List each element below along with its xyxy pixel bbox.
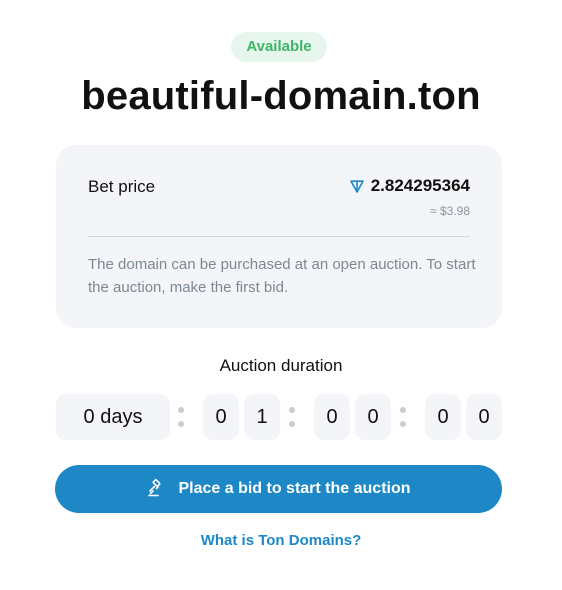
- gavel-icon: [148, 479, 161, 497]
- ton-icon: [349, 180, 364, 193]
- what-is-ton-domains-link[interactable]: What is Ton Domains?: [0, 532, 562, 549]
- status-badge: Available: [231, 32, 327, 62]
- place-bid-button[interactable]: Place a bid to start the auction: [55, 465, 502, 513]
- card-divider: [88, 236, 470, 237]
- timer-separator: [288, 405, 296, 429]
- timer-seconds-tens: 0: [425, 394, 461, 440]
- timer-hours-ones: 1: [244, 394, 280, 440]
- bet-price-usd: ≈ $3.98: [430, 204, 470, 218]
- auction-description: The domain can be purchased at an open a…: [88, 256, 476, 296]
- timer-separator: [177, 405, 185, 429]
- bet-price-value: 2.824295364: [349, 176, 470, 196]
- auction-duration-label: Auction duration: [219, 356, 343, 375]
- bet-price-amount: 2.824295364: [370, 176, 470, 195]
- domain-page: Available beautiful-domain.ton Bet price…: [0, 0, 562, 590]
- timer-separator: [399, 405, 407, 429]
- timer-days: 0 days: [56, 394, 170, 440]
- timer-seconds-ones: 0: [466, 394, 502, 440]
- domain-title: beautiful-domain.ton: [81, 74, 481, 118]
- timer-hours-tens: 0: [203, 394, 239, 440]
- timer-minutes-tens: 0: [314, 394, 350, 440]
- auction-timer: 0 days 0 1 0 0 0 0: [0, 394, 562, 440]
- bet-card: Bet price 2.824295364 ≈ $3.98 The domain…: [56, 145, 502, 328]
- place-bid-label: Place a bid to start the auction: [178, 480, 411, 497]
- bet-price-label: Bet price: [88, 177, 156, 196]
- timer-minutes-ones: 0: [355, 394, 391, 440]
